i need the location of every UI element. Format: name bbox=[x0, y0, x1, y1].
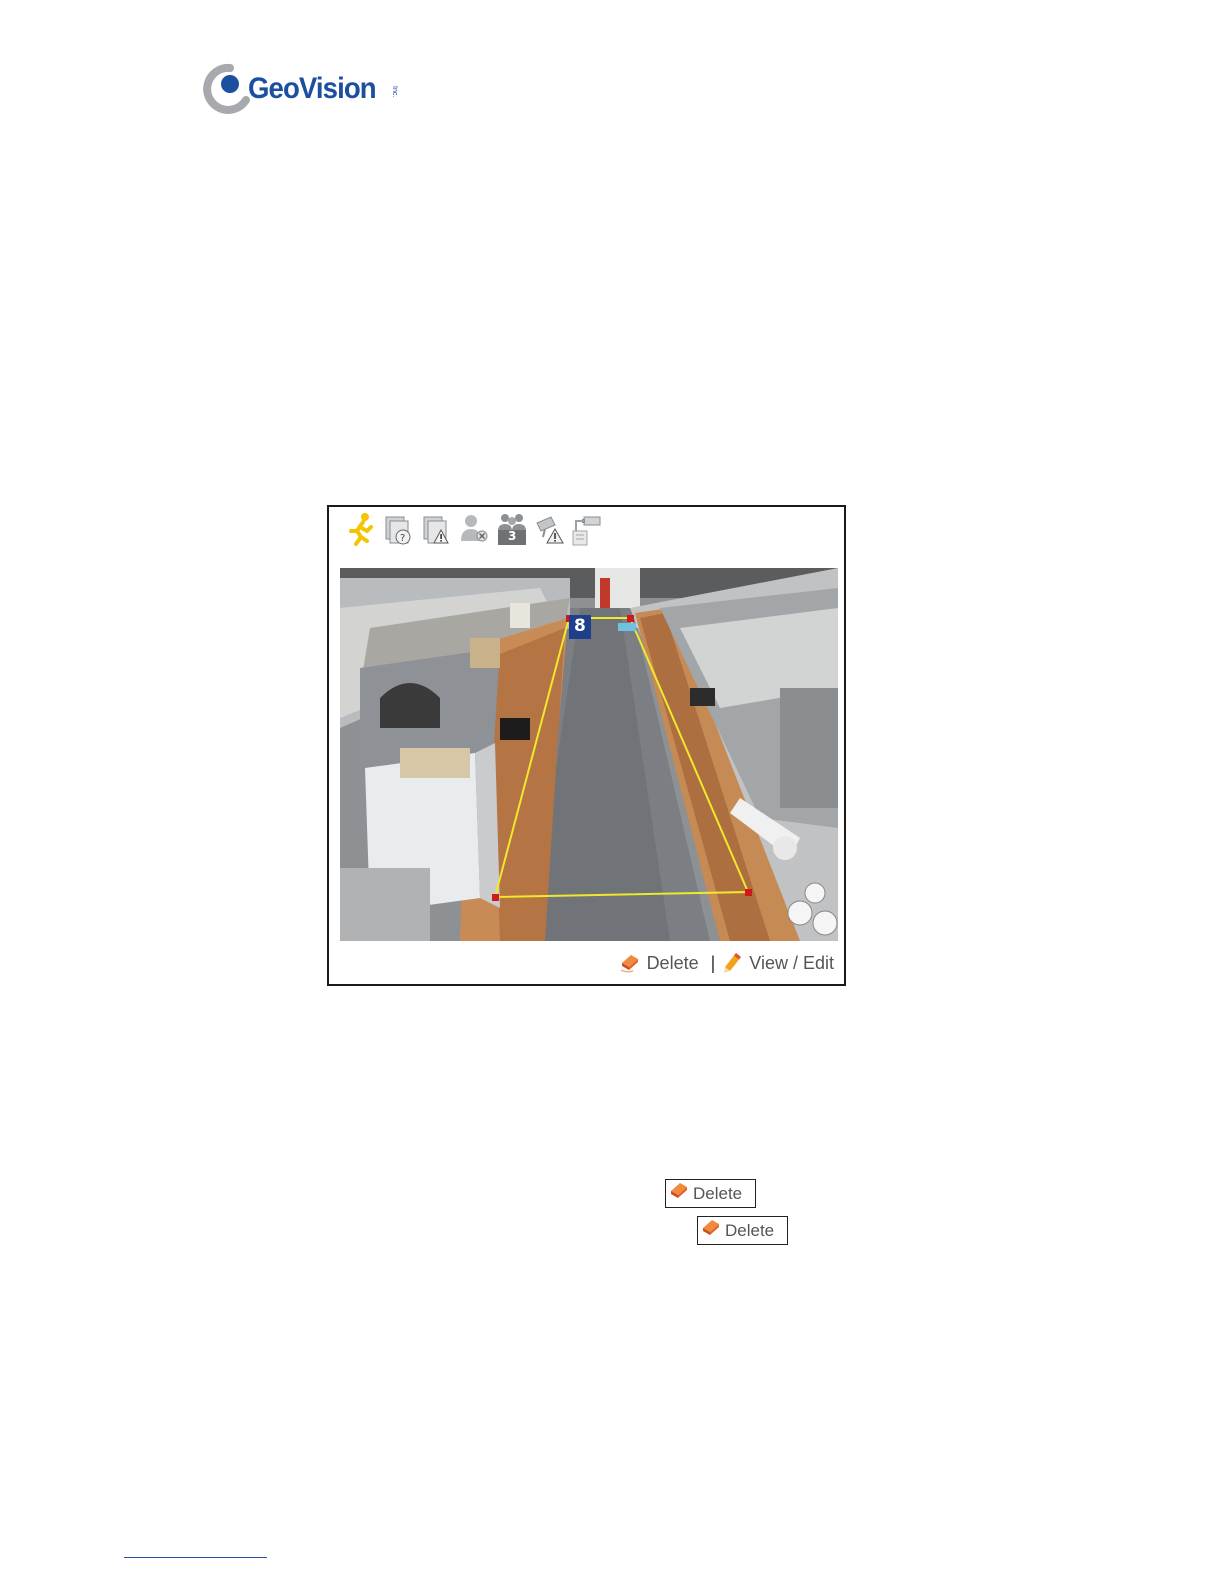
running-person-icon bbox=[349, 513, 373, 546]
footnote-divider bbox=[124, 1557, 267, 1558]
tampering-event-button[interactable] bbox=[533, 511, 567, 547]
view-edit-link-label: View / Edit bbox=[749, 952, 834, 973]
event-type-toolbar: ? 3 bbox=[343, 511, 613, 547]
delete-button-example-2[interactable]: Delete bbox=[697, 1216, 788, 1245]
missing-object-event-button[interactable] bbox=[420, 511, 454, 547]
camera-live-view[interactable]: 8 bbox=[340, 568, 838, 941]
pencil-icon bbox=[724, 953, 742, 973]
loitering-event-button[interactable] bbox=[457, 511, 491, 547]
unknown-object-icon: ? bbox=[385, 516, 411, 545]
view-edit-link[interactable]: View / Edit bbox=[723, 951, 834, 975]
eraser-icon bbox=[671, 1182, 687, 1198]
camera-move-icon bbox=[572, 516, 601, 546]
svg-text:?: ? bbox=[400, 533, 405, 544]
office-scene-image bbox=[340, 568, 838, 941]
brand-suffix: Inc. bbox=[391, 86, 398, 98]
zone-actions: Delete | View / Edit bbox=[619, 948, 834, 978]
action-separator: | bbox=[710, 952, 716, 973]
crowd-count-badge: 3 bbox=[508, 529, 517, 543]
person-disappear-icon bbox=[461, 515, 488, 542]
intrusion-event-button[interactable] bbox=[343, 511, 377, 547]
crowd-count-event-button[interactable]: 3 bbox=[495, 511, 529, 547]
camera-move-event-button[interactable] bbox=[570, 511, 604, 547]
camera-rule-panel: ? 3 8 Delete | View / Edit bbox=[327, 505, 846, 986]
delete-button-label: Delete bbox=[693, 1183, 743, 1203]
delete-link[interactable]: Delete bbox=[619, 953, 699, 974]
delete-button-label: Delete bbox=[725, 1220, 775, 1240]
geovision-logo-mark-icon bbox=[203, 63, 250, 114]
eraser-icon bbox=[703, 1219, 719, 1235]
eraser-icon bbox=[620, 955, 638, 973]
geovision-logo: GeoVision Inc. bbox=[200, 62, 410, 114]
zone-number-label: 8 bbox=[574, 616, 586, 636]
brand-name: GeoVision bbox=[248, 72, 377, 105]
alert-object-icon bbox=[423, 516, 449, 544]
delete-link-label: Delete bbox=[646, 952, 699, 973]
tampering-alert-icon bbox=[536, 516, 564, 544]
unknown-object-event-button[interactable]: ? bbox=[382, 511, 416, 547]
delete-button-example-1[interactable]: Delete bbox=[665, 1179, 756, 1208]
